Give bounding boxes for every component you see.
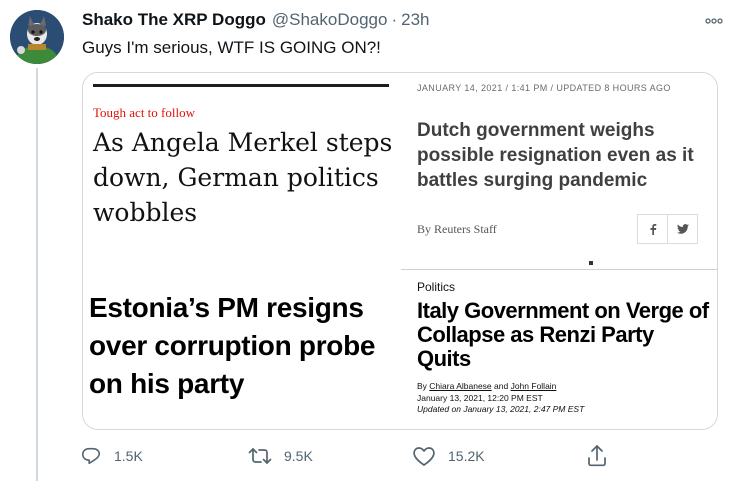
reply-count: 1.5K: [114, 448, 143, 464]
article-section: Politics: [417, 280, 456, 294]
by-prefix: By: [417, 381, 430, 391]
separator-dot: ·: [391, 10, 398, 29]
user-handle[interactable]: @ShakoDoggo: [272, 10, 388, 30]
more-icon[interactable]: [701, 10, 727, 32]
published-date: January 13, 2021, 12:20 PM EST: [417, 393, 543, 403]
article-headline: Estonia’s PM resigns over corruption pro…: [89, 292, 376, 399]
article-dateline: JANUARY 14, 2021 / 1:41 PM / UPDATED 8 H…: [417, 83, 671, 93]
media-image-estonia[interactable]: Estonia’s PM resigns over corruption pro…: [83, 253, 399, 429]
decorative-mark: [589, 261, 593, 265]
retweet-icon: [248, 448, 272, 464]
share-button[interactable]: [586, 440, 608, 472]
display-name[interactable]: Shako The XRP Doggo: [82, 10, 266, 30]
retweet-button[interactable]: 9.5K: [248, 440, 313, 472]
grid-divider: [399, 73, 401, 429]
tweet-text: Guys I'm serious, WTF IS GOING ON?!: [82, 38, 381, 57]
article-kicker: Tough act to follow: [93, 105, 195, 120]
article-headline: Dutch government weighs possible resigna…: [417, 120, 694, 191]
twitter-icon: [667, 214, 698, 244]
reply-icon: [81, 447, 101, 465]
media-image-italy[interactable]: Politics Italy Government on Verge of Co…: [401, 269, 717, 429]
like-count: 15.2K: [448, 448, 485, 464]
reply-button[interactable]: 1.5K: [80, 440, 143, 472]
thread-line: [36, 68, 38, 481]
media-grid[interactable]: Tough act to follow As Angela Merkel ste…: [82, 72, 718, 430]
tweet-header: Shako The XRP Doggo @ShakoDoggo · 23h: [82, 10, 737, 32]
media-image-dutch[interactable]: JANUARY 14, 2021 / 1:41 PM / UPDATED 8 H…: [401, 73, 717, 267]
facebook-icon: [637, 214, 668, 244]
tweet-timestamp[interactable]: 23h: [401, 10, 429, 30]
retweet-count: 9.5K: [284, 448, 313, 464]
and-text: and: [491, 381, 511, 391]
avatar-image: [10, 10, 64, 64]
tweet-actions: 1.5K 9.5K 15.2K: [80, 440, 640, 472]
article-authors: By Chiara Albanese and John Follain: [417, 381, 556, 391]
article-byline: By Reuters Staff: [417, 222, 497, 236]
author-name: John Follain: [510, 381, 557, 391]
media-image-merkel[interactable]: Tough act to follow As Angela Merkel ste…: [83, 73, 399, 251]
divider: [401, 269, 717, 270]
article-headline: Italy Government on Verge of Collapse as…: [417, 298, 709, 371]
like-icon: [413, 447, 435, 466]
share-icon: [588, 445, 606, 467]
avatar[interactable]: [10, 10, 64, 64]
author-name: Chiara Albanese: [429, 381, 492, 391]
header-rule: [93, 84, 389, 87]
article-headline: As Angela Merkel steps down, German poli…: [93, 128, 393, 227]
like-button[interactable]: 15.2K: [412, 440, 485, 472]
updated-date: Updated on January 13, 2021, 2:47 PM EST: [417, 404, 585, 414]
